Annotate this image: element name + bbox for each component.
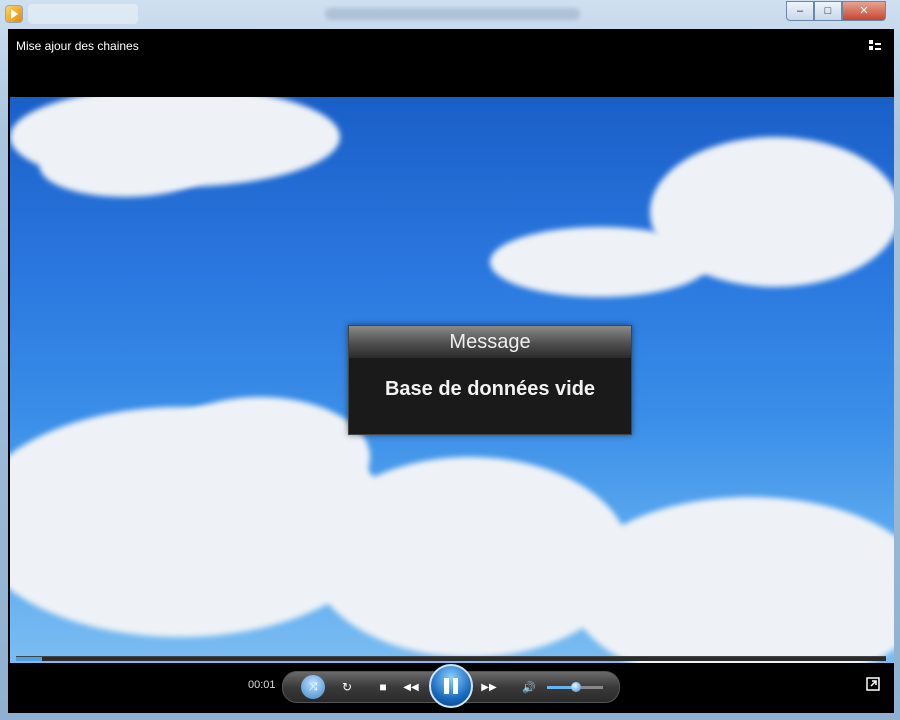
shuffle-button[interactable]: ⤨ bbox=[301, 675, 325, 699]
seek-bar[interactable] bbox=[16, 656, 886, 661]
window-frame: ‒ □ ✕ Mise ajour des chaines Message Bas… bbox=[0, 0, 900, 720]
close-button[interactable]: ✕ bbox=[842, 1, 886, 21]
osd-message-text: Base de données vide bbox=[384, 378, 596, 400]
window-title bbox=[325, 8, 580, 20]
window-controls: ‒ □ ✕ bbox=[786, 1, 886, 21]
repeat-button[interactable]: ↻ bbox=[337, 678, 357, 696]
cloud bbox=[490, 227, 710, 297]
volume-knob[interactable] bbox=[571, 682, 581, 692]
title-bar-tabs bbox=[28, 4, 138, 24]
media-title: Mise ajour des chaines bbox=[16, 39, 139, 53]
mute-button[interactable]: 🔊 bbox=[519, 678, 539, 696]
media-player: Mise ajour des chaines Message Base de d… bbox=[8, 29, 894, 713]
stop-button[interactable]: ■ bbox=[373, 678, 393, 696]
pause-icon bbox=[444, 678, 458, 694]
osd-message-box: Message Base de données vide bbox=[348, 325, 632, 435]
cloud bbox=[150, 397, 370, 517]
title-bar[interactable]: ‒ □ ✕ bbox=[0, 0, 900, 28]
video-area[interactable]: Message Base de données vide bbox=[10, 97, 894, 679]
fullscreen-icon[interactable] bbox=[866, 677, 880, 691]
media-player-app-icon[interactable] bbox=[6, 6, 22, 22]
osd-message-title: Message bbox=[349, 326, 631, 358]
seek-progress bbox=[16, 657, 43, 661]
elapsed-time: 00:01 bbox=[248, 679, 276, 691]
player-top-bar: Mise ajour des chaines bbox=[8, 29, 894, 97]
previous-button[interactable]: ◀◀ bbox=[401, 678, 421, 696]
maximize-button[interactable]: □ bbox=[814, 1, 842, 21]
player-controls: 00:01 ⤨ ↻ ■ ◀◀ ▶▶ 🔊 bbox=[8, 663, 894, 713]
switch-to-library-icon[interactable] bbox=[868, 39, 882, 53]
next-button[interactable]: ▶▶ bbox=[479, 678, 499, 696]
pause-button[interactable] bbox=[429, 664, 473, 708]
minimize-button[interactable]: ‒ bbox=[786, 1, 814, 21]
cloud bbox=[40, 137, 210, 197]
transport-controls: ⤨ ↻ ■ ◀◀ ▶▶ 🔊 bbox=[282, 664, 620, 708]
